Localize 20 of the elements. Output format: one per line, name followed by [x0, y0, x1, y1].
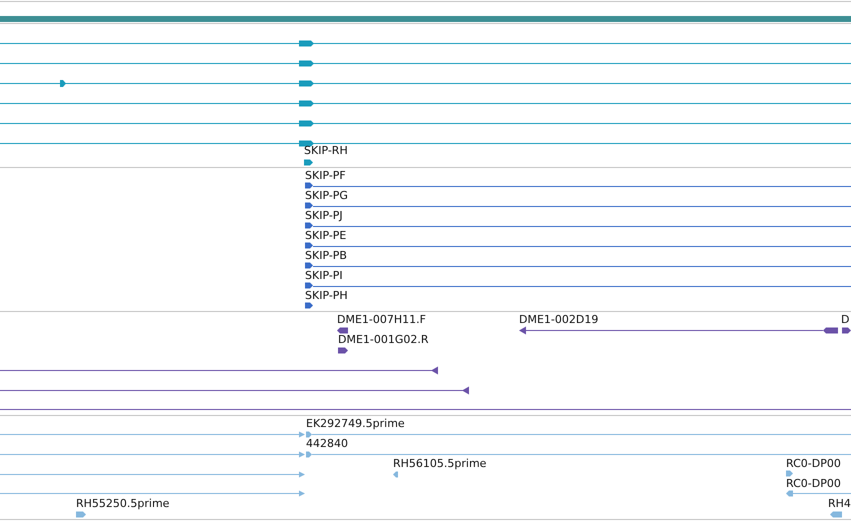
feature-label: DME1-001G02.R [338, 333, 429, 347]
feature-label: SKIP-PE [305, 229, 346, 243]
feature-label: DME1-007H11.F [337, 313, 426, 327]
feature-label: SKIP-PF [305, 169, 346, 183]
feature-label: SKIP-RH [304, 144, 348, 158]
feature-label: D [841, 313, 850, 327]
feature-label: SKIP-PG [305, 189, 348, 203]
feature-label: SKIP-PJ [305, 209, 343, 223]
feature-label: EK292749.5prime [306, 417, 405, 431]
feature-label: SKIP-PI [305, 269, 343, 283]
feature-label: RC0-DP00 [786, 457, 841, 471]
feature-label: RH4 [828, 497, 851, 511]
feature-label: DME1-002D19 [519, 313, 598, 327]
feature-label: RC0-DP00 [786, 477, 841, 491]
feature-label: RH55250.5prime [76, 497, 170, 511]
feature-label: RH56105.5prime [393, 457, 486, 471]
feature-label: SKIP-PH [305, 289, 348, 303]
feature-glyph [60, 80, 66, 87]
feature-label: SKIP-PB [305, 249, 347, 263]
feature-label: 442840 [306, 437, 348, 451]
